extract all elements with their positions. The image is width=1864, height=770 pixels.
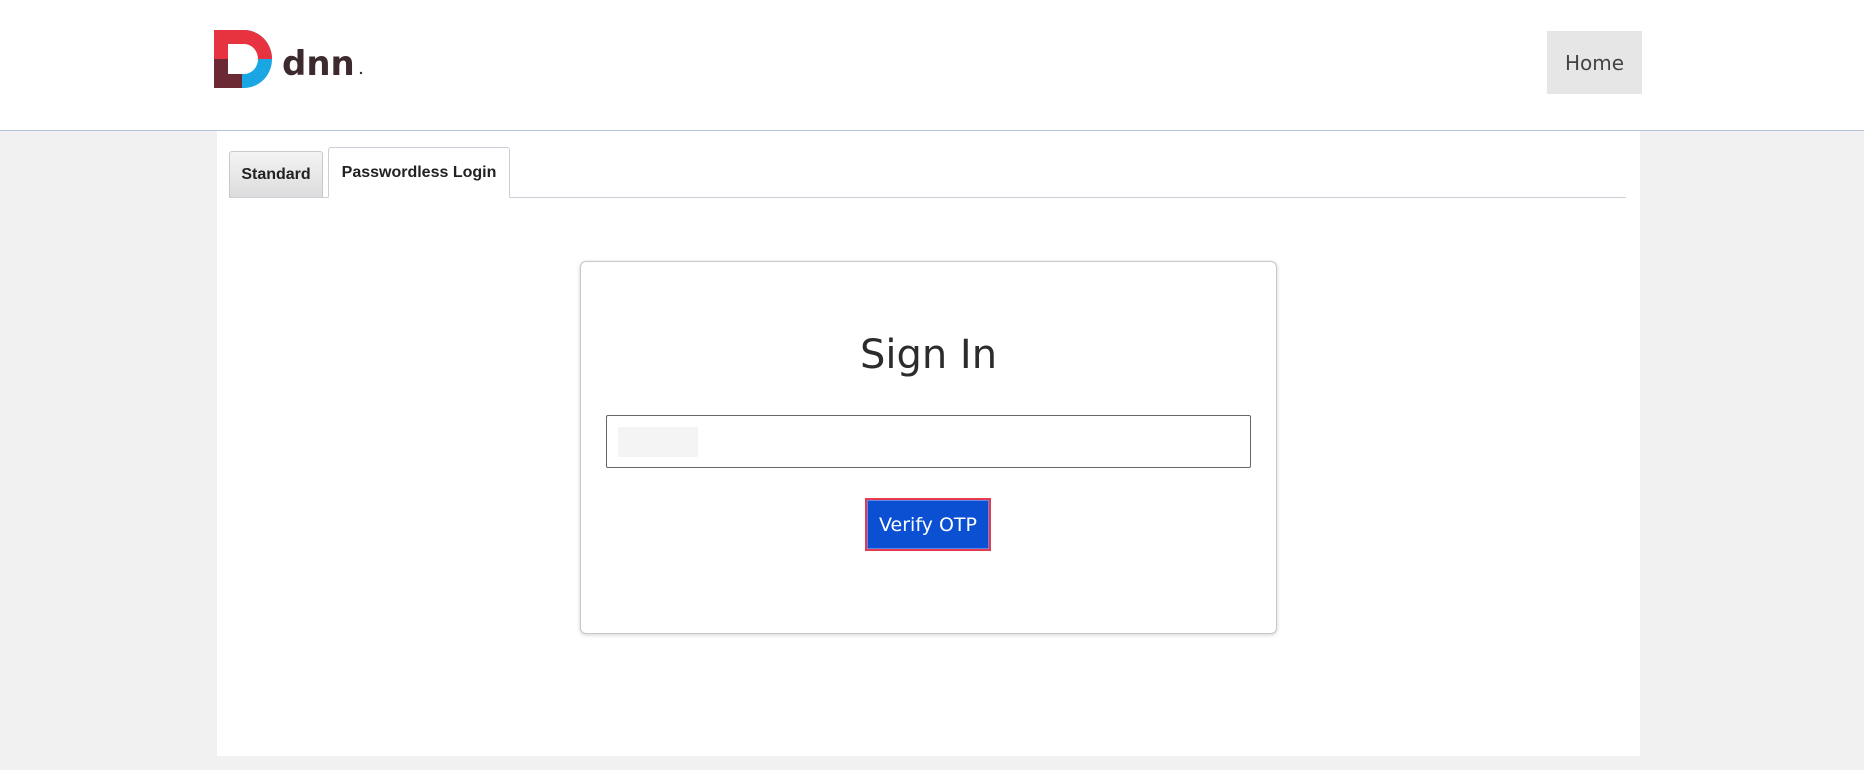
logo-wordmark: dnn — [282, 44, 355, 84]
verify-otp-button[interactable]: Verify OTP — [865, 498, 991, 551]
main-content: Standard Passwordless Login Sign In Veri… — [217, 131, 1640, 756]
otp-input[interactable] — [606, 415, 1251, 468]
site-header: dnn Home — [0, 0, 1864, 131]
dnn-logo-icon: dnn — [214, 30, 363, 88]
home-nav-button[interactable]: Home — [1547, 31, 1642, 94]
tab-passwordless-login[interactable]: Passwordless Login — [328, 147, 510, 198]
signin-title: Sign In — [859, 332, 998, 378]
login-tabs: Standard Passwordless Login — [229, 147, 1626, 198]
dnn-logo[interactable]: dnn — [214, 30, 364, 88]
tab-standard[interactable]: Standard — [229, 151, 323, 197]
signin-card: Sign In Verify OTP — [580, 261, 1277, 634]
